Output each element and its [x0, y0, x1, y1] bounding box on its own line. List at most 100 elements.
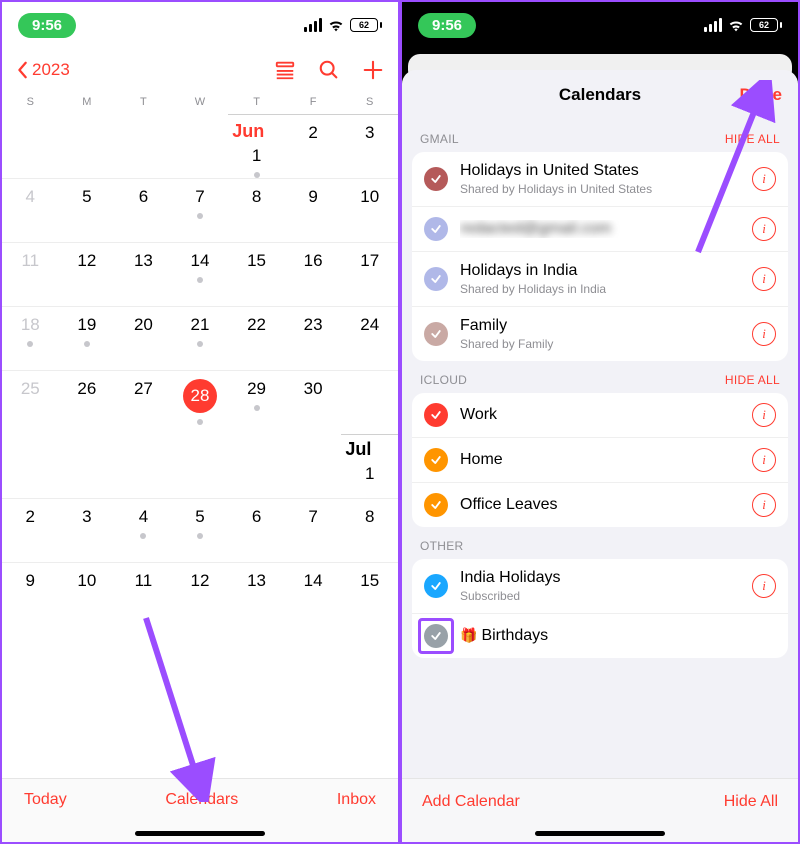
info-button[interactable]: i: [752, 167, 776, 191]
calendar-day[interactable]: 23: [285, 306, 342, 370]
calendar-day[interactable]: [341, 370, 398, 434]
calendar-day[interactable]: 9: [285, 178, 342, 242]
calendar-day[interactable]: 2: [285, 114, 342, 178]
calendar-day[interactable]: 20: [115, 306, 172, 370]
info-button[interactable]: i: [752, 448, 776, 472]
calendar-day[interactable]: 4: [2, 178, 59, 242]
calendar-row[interactable]: FamilyShared by Familyi: [412, 306, 788, 361]
calendar-day[interactable]: [115, 114, 172, 178]
calendar-day[interactable]: [59, 434, 116, 498]
calendar-day[interactable]: Jun1: [228, 114, 285, 178]
info-button[interactable]: i: [752, 574, 776, 598]
calendar-check-icon[interactable]: [424, 167, 448, 191]
calendar-row[interactable]: 🎁Birthdays: [412, 613, 788, 658]
calendar-day[interactable]: [172, 434, 229, 498]
search-icon[interactable]: [318, 59, 340, 81]
calendar-check-icon[interactable]: [424, 267, 448, 291]
hide-all-section-button[interactable]: HIDE ALL: [725, 132, 780, 146]
today-button[interactable]: Today: [24, 791, 67, 809]
calendar-day[interactable]: 17: [341, 242, 398, 306]
calendars-button[interactable]: Calendars: [165, 791, 238, 809]
calendar-day[interactable]: 4: [115, 498, 172, 562]
status-time: 9:56: [418, 13, 476, 38]
calendar-day[interactable]: 22: [228, 306, 285, 370]
calendar-day[interactable]: 9: [2, 562, 59, 626]
calendar-day[interactable]: 14: [172, 242, 229, 306]
calendar-row[interactable]: redacted@gmail.comi: [412, 206, 788, 251]
calendar-row[interactable]: Holidays in IndiaShared by Holidays in I…: [412, 251, 788, 306]
list-view-icon[interactable]: [274, 59, 296, 81]
weekday-header: SMTWTFS: [2, 92, 398, 114]
hide-all-section-button[interactable]: HIDE ALL: [725, 373, 780, 387]
home-indicator: [135, 831, 265, 836]
calendar-day[interactable]: 27: [115, 370, 172, 434]
back-year-button[interactable]: 2023: [16, 60, 70, 80]
calendar-screen: 9:56 62 2023 SMTWTFS Jun1234567891011121…: [0, 0, 400, 844]
calendar-check-icon[interactable]: [424, 403, 448, 427]
calendar-check-icon[interactable]: [424, 322, 448, 346]
calendar-day[interactable]: 8: [341, 498, 398, 562]
calendar-grid[interactable]: Jun1234567891011121314151617181920212223…: [2, 114, 398, 626]
calendar-day[interactable]: 30: [285, 370, 342, 434]
calendar-check-icon[interactable]: [424, 624, 448, 648]
calendar-day[interactable]: 13: [228, 562, 285, 626]
calendar-day[interactable]: 16: [285, 242, 342, 306]
calendar-day[interactable]: [2, 434, 59, 498]
add-calendar-button[interactable]: Add Calendar: [422, 793, 520, 811]
calendar-check-icon[interactable]: [424, 217, 448, 241]
calendar-day[interactable]: 15: [341, 562, 398, 626]
done-button[interactable]: Done: [740, 85, 783, 105]
calendar-day[interactable]: 14: [285, 562, 342, 626]
calendar-day[interactable]: 6: [228, 498, 285, 562]
calendar-day[interactable]: 6: [115, 178, 172, 242]
calendar-row[interactable]: India HolidaysSubscribedi: [412, 559, 788, 613]
hide-all-button[interactable]: Hide All: [724, 793, 778, 811]
calendar-day[interactable]: 28: [172, 370, 229, 434]
calendar-row[interactable]: Worki: [412, 393, 788, 437]
calendar-day[interactable]: 7: [172, 178, 229, 242]
calendar-day[interactable]: 29: [228, 370, 285, 434]
calendar-day[interactable]: Jul1: [341, 434, 398, 498]
calendar-day[interactable]: 10: [59, 562, 116, 626]
info-button[interactable]: i: [752, 217, 776, 241]
info-button[interactable]: i: [752, 267, 776, 291]
calendar-day[interactable]: 26: [59, 370, 116, 434]
info-button[interactable]: i: [752, 322, 776, 346]
calendar-day[interactable]: 15: [228, 242, 285, 306]
calendar-day[interactable]: 19: [59, 306, 116, 370]
calendar-check-icon[interactable]: [424, 493, 448, 517]
calendar-day[interactable]: [59, 114, 116, 178]
calendar-day[interactable]: 8: [228, 178, 285, 242]
calendar-day[interactable]: 11: [115, 562, 172, 626]
calendar-day[interactable]: 11: [2, 242, 59, 306]
calendar-day[interactable]: 25: [2, 370, 59, 434]
calendar-day[interactable]: [115, 434, 172, 498]
calendar-day[interactable]: 10: [341, 178, 398, 242]
calendar-day[interactable]: [228, 434, 285, 498]
calendar-row[interactable]: Holidays in United StatesShared by Holid…: [412, 152, 788, 206]
calendar-day[interactable]: 5: [59, 178, 116, 242]
add-icon[interactable]: [362, 59, 384, 81]
calendar-check-icon[interactable]: [424, 448, 448, 472]
calendar-day[interactable]: 12: [172, 562, 229, 626]
calendar-day[interactable]: 18: [2, 306, 59, 370]
calendar-nav: 2023: [2, 48, 398, 92]
inbox-button[interactable]: Inbox: [337, 791, 376, 809]
calendar-day[interactable]: 13: [115, 242, 172, 306]
info-button[interactable]: i: [752, 403, 776, 427]
calendar-day[interactable]: 5: [172, 498, 229, 562]
calendar-check-icon[interactable]: [424, 574, 448, 598]
calendar-day[interactable]: [2, 114, 59, 178]
calendar-row[interactable]: Office Leavesi: [412, 482, 788, 527]
calendar-day[interactable]: [285, 434, 342, 498]
calendar-day[interactable]: 7: [285, 498, 342, 562]
calendar-day[interactable]: 24: [341, 306, 398, 370]
calendar-day[interactable]: 3: [59, 498, 116, 562]
calendar-day[interactable]: [172, 114, 229, 178]
calendar-day[interactable]: 12: [59, 242, 116, 306]
calendar-day[interactable]: 21: [172, 306, 229, 370]
info-button[interactable]: i: [752, 493, 776, 517]
calendar-day[interactable]: 2: [2, 498, 59, 562]
calendar-day[interactable]: 3: [341, 114, 398, 178]
calendar-row[interactable]: Homei: [412, 437, 788, 482]
